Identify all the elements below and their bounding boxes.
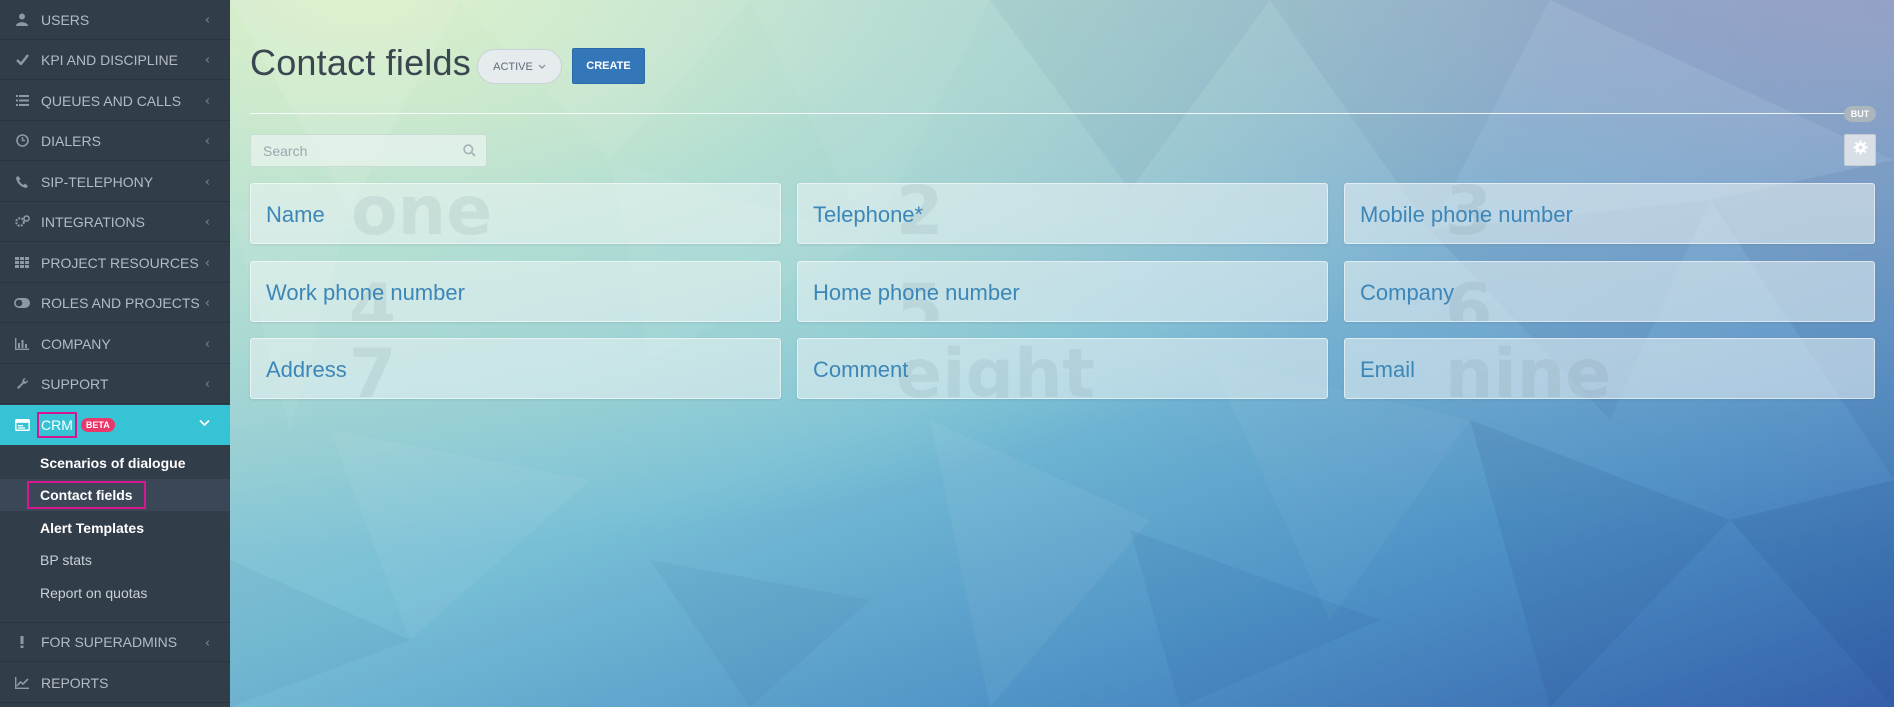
sidebar-item-label: DIALERS: [41, 132, 101, 149]
field-card-email[interactable]: nine Email: [1344, 338, 1875, 399]
chevron-left-icon: ‹: [204, 134, 210, 149]
field-card-work-phone[interactable]: 4 Work phone number: [250, 261, 781, 322]
field-label: Company: [1360, 280, 1455, 305]
sidebar-item-label: ROLES AND PROJECTS: [41, 294, 200, 311]
chevron-down-icon: [199, 416, 210, 431]
chevron-left-icon: ‹: [204, 636, 210, 651]
field-label: Email: [1360, 357, 1416, 382]
field-watermark: 7: [349, 338, 397, 399]
sidebar-item-label: SIP-TELEPHONY: [41, 173, 154, 190]
chevron-down-icon: [538, 62, 546, 72]
sidebar: USERS ‹ KPI AND DISCIPLINE ‹ QUEUES AND …: [0, 0, 230, 707]
sidebar-item-users[interactable]: USERS ‹: [0, 0, 230, 40]
field-label: Name: [266, 202, 325, 227]
cogs-icon: [14, 214, 30, 230]
toggle-icon: [14, 295, 30, 311]
line-chart-icon: [14, 675, 30, 691]
search-icon[interactable]: [463, 144, 476, 157]
field-card-telephone[interactable]: 2 Telephone*: [797, 183, 1328, 244]
field-card-home-phone[interactable]: 5 Home phone number: [797, 261, 1328, 322]
sidebar-item-label: PROJECT RESOURCES: [41, 254, 199, 271]
check-icon: [14, 52, 30, 68]
submenu-item-scenarios[interactable]: Scenarios of dialogue: [0, 447, 230, 479]
sidebar-item-company[interactable]: COMPANY ‹: [0, 324, 230, 364]
sidebar-item-label: USERS: [41, 11, 90, 28]
chevron-left-icon: ‹: [204, 53, 210, 68]
chevron-left-icon: ‹: [204, 377, 210, 392]
field-label: Telephone*: [813, 202, 924, 227]
sidebar-item-dialers[interactable]: DIALERS ‹: [0, 121, 230, 161]
sidebar-item-crm[interactable]: CRM BETA: [0, 405, 230, 445]
submenu-item-bp-stats[interactable]: BP stats: [0, 544, 230, 576]
submenu-item-label: Report on quotas: [40, 585, 148, 601]
user-icon: [14, 12, 30, 28]
field-watermark: eight: [896, 338, 1096, 399]
submenu-item-label: Alert Templates: [40, 520, 144, 536]
clock-icon: [14, 133, 30, 149]
sidebar-item-integrations[interactable]: INTEGRATIONS ‹: [0, 202, 230, 242]
submenu-item-report-on-quotas[interactable]: Report on quotas: [0, 577, 230, 609]
chevron-left-icon: ‹: [204, 296, 210, 311]
sidebar-item-reports[interactable]: REPORTS: [0, 663, 230, 703]
field-watermark: one: [351, 183, 493, 244]
field-label: Mobile phone number: [1360, 202, 1573, 227]
field-label: Address: [266, 357, 347, 382]
chevron-left-icon: ‹: [204, 175, 210, 190]
chevron-left-icon: ‹: [204, 13, 210, 28]
sidebar-item-for-superadmins[interactable]: FOR SUPERADMINS ‹: [0, 622, 230, 662]
search-input[interactable]: [251, 135, 486, 166]
sidebar-item-label: CRM: [37, 412, 77, 438]
phone-icon: [14, 174, 30, 190]
bar-chart-icon: [14, 336, 30, 352]
submenu-item-contact-fields[interactable]: Contact fields: [0, 479, 230, 511]
chevron-left-icon: ‹: [204, 337, 210, 352]
sidebar-item-sip-telephony[interactable]: SIP-TELEPHONY ‹: [0, 162, 230, 202]
crm-submenu: Scenarios of dialogue Contact fields Ale…: [0, 445, 230, 630]
submenu-item-label: BP stats: [40, 552, 92, 568]
submenu-item-label: Contact fields: [27, 481, 146, 509]
but-toggle[interactable]: BUT: [1844, 106, 1876, 122]
submenu-item-label: Scenarios of dialogue: [40, 455, 186, 471]
gear-icon: [1852, 140, 1868, 160]
sidebar-item-label: KPI AND DISCIPLINE: [41, 51, 178, 68]
sidebar-item-label: REPORTS: [41, 674, 109, 691]
page-title: Contact fields: [250, 42, 471, 83]
chevron-left-icon: ‹: [204, 94, 210, 109]
list-icon: [14, 93, 30, 109]
submenu-item-alert-templates[interactable]: Alert Templates: [0, 512, 230, 544]
field-watermark: nine: [1445, 338, 1612, 399]
sidebar-item-roles-and-projects[interactable]: ROLES AND PROJECTS ‹: [0, 283, 230, 323]
field-card-comment[interactable]: eight Comment: [797, 338, 1328, 399]
main-content: Contact fields ACTIVE CREATE BUT Search …: [230, 0, 1894, 707]
sidebar-item-kpi[interactable]: KPI AND DISCIPLINE ‹: [0, 40, 230, 80]
exclamation-icon: [14, 634, 30, 650]
divider: [250, 113, 1863, 114]
sidebar-item-label: COMPANY: [41, 335, 111, 352]
field-label: Work phone number: [266, 280, 465, 305]
sidebar-item-label: FOR SUPERADMINS: [41, 634, 178, 650]
sidebar-item-label: SUPPORT: [41, 375, 109, 392]
sidebar-item-support[interactable]: SUPPORT ‹: [0, 364, 230, 404]
chevron-left-icon: ‹: [204, 256, 210, 271]
crm-icon: [14, 417, 30, 433]
field-card-mobile-phone[interactable]: 3 Mobile phone number: [1344, 183, 1875, 244]
wrench-icon: [14, 376, 30, 392]
sidebar-item-project-resources[interactable]: PROJECT RESOURCES ‹: [0, 243, 230, 283]
status-filter-label: ACTIVE: [493, 60, 533, 73]
sidebar-item-label: QUEUES AND CALLS: [41, 92, 182, 109]
chevron-left-icon: ‹: [204, 215, 210, 230]
field-card-company[interactable]: 6 Company: [1344, 261, 1875, 322]
settings-button[interactable]: [1844, 134, 1876, 166]
search-box: [250, 134, 487, 167]
beta-badge: BETA: [80, 418, 115, 432]
field-label: Comment: [813, 357, 909, 382]
create-button[interactable]: CREATE: [572, 48, 645, 84]
field-label: Home phone number: [813, 280, 1020, 305]
field-card-address[interactable]: 7 Address: [250, 338, 781, 399]
sidebar-item-label: INTEGRATIONS: [41, 213, 145, 230]
sidebar-item-queues[interactable]: QUEUES AND CALLS ‹: [0, 81, 230, 121]
field-card-name[interactable]: one Name: [250, 183, 781, 244]
status-filter-dropdown[interactable]: ACTIVE: [477, 49, 562, 84]
grid-icon: [14, 255, 30, 271]
